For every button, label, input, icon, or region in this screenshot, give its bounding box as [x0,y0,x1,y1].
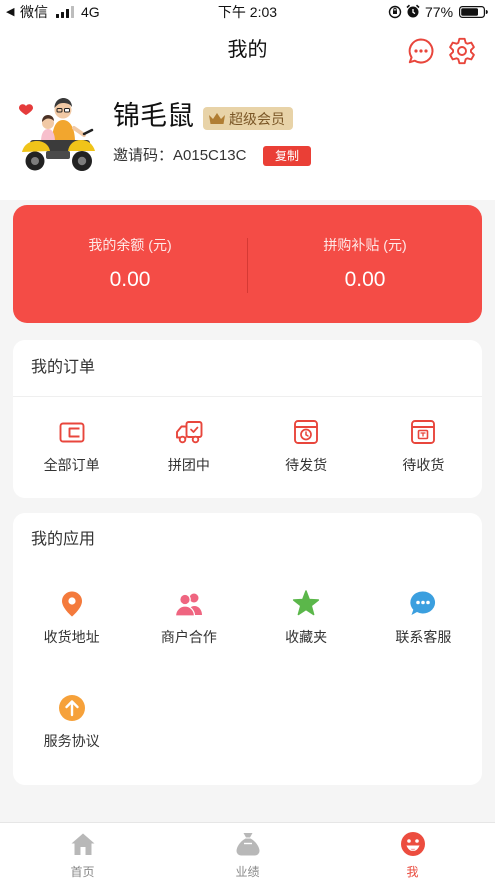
home-icon [71,833,94,855]
order-item-group-buying[interactable]: 拼团中 [130,414,247,474]
status-time: 下午 2:03 [217,4,278,20]
app-item-label: 联系客服 [395,629,452,645]
order-item-to-receive[interactable]: 待收货 [365,414,482,474]
my-balance-label: 我的余额 (元) [88,237,172,253]
invite-code: A015C13C [173,147,247,164]
orders-title: 我的订单 [31,359,96,376]
app-item-label: 商户合作 [160,629,217,645]
app-item-service-agreement[interactable]: 服务协议 [13,690,130,750]
order-item-to-ship[interactable]: 待发货 [248,414,365,474]
users-icon [174,593,202,617]
alarm-icon [406,4,420,18]
copy-button[interactable]: 复制 [263,146,311,166]
box-clock-icon [294,420,319,444]
order-item-label: 拼团中 [167,457,210,473]
tab-label: 首页 [70,865,95,879]
subsidy-label: 拼购补贴 (元) [323,237,407,253]
order-item-label: 待收货 [402,457,445,473]
star-icon [293,590,320,616]
user-name: 锦毛鼠 [113,101,194,131]
app-item-address[interactable]: 收货地址 [13,586,130,646]
order-item-label: 全部订单 [43,457,100,473]
avatar[interactable] [16,90,102,176]
invite-code-row: 邀请码： A015C13C [113,146,246,166]
vip-badge-label: 超级会员 [229,110,285,127]
order-item-label: 待发货 [285,457,328,473]
tab-label: 业绩 [235,865,260,879]
orders-card: 我的订单 全部订单 拼团中 待发货 待收货 [13,340,482,498]
my-balance[interactable]: 我的余额 (元) 0.00 [13,205,247,323]
order-item-all[interactable]: 全部订单 [13,414,130,474]
tab-me[interactable]: 我 [330,823,495,882]
crown-icon [209,112,225,124]
app-item-label: 收货地址 [43,629,100,645]
wallet-icon [59,422,85,443]
orders-divider [13,396,482,397]
apps-title: 我的应用 [31,531,96,548]
app-item-merchant[interactable]: 商户合作 [130,586,247,646]
apps-card: 我的应用 收货地址 商户合作 收藏夹 联系客服 服务协议 [13,513,482,785]
invite-label: 邀请码： [113,147,174,164]
arrow-up-circle-icon [58,695,85,721]
message-icon[interactable] [406,36,436,66]
battery-icon [459,6,488,18]
settings-gear-icon[interactable] [447,36,477,66]
location-pin-icon [61,591,82,617]
tab-bar: 首页 业绩 我 [0,822,495,882]
truck-icon [175,421,203,444]
my-balance-value: 0.00 [109,268,151,291]
group-buy-subsidy[interactable]: 拼购补贴 (元) 0.00 [248,205,482,323]
battery-percent: 77% [425,4,454,20]
chat-bubble-icon [410,591,436,615]
app-item-customer-service[interactable]: 联系客服 [365,586,482,646]
orientation-lock-icon [388,5,402,19]
balance-card: 我的余额 (元) 0.00 拼购补贴 (元) 0.00 [13,205,482,323]
smiley-icon [400,832,425,856]
tab-label: 我 [406,865,419,879]
tab-performance[interactable]: 业绩 [165,823,330,882]
money-bag-icon [236,833,259,856]
tab-home[interactable]: 首页 [0,823,165,882]
app-item-label: 收藏夹 [285,629,328,645]
app-item-label: 服务协议 [43,733,100,749]
vip-badge: 超级会员 [203,107,293,130]
app-item-favorites[interactable]: 收藏夹 [248,586,365,646]
subsidy-value: 0.00 [344,268,386,291]
package-icon [411,420,436,444]
